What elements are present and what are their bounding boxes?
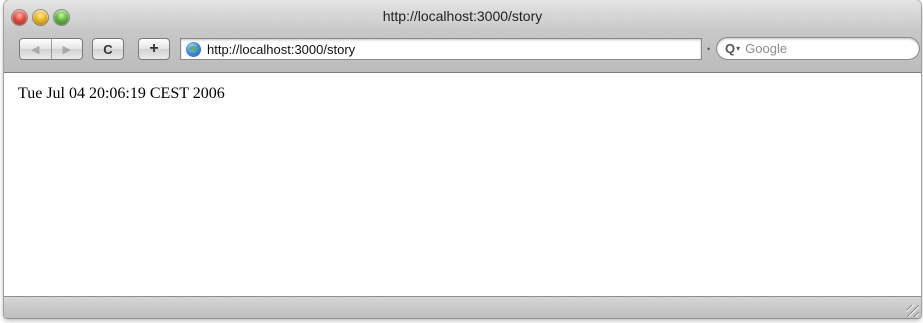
browser-window: http://localhost:3000/story ◀ ▶ C + http… [4,0,921,318]
status-bar [4,296,921,318]
forward-arrow-icon: ▶ [62,43,71,56]
chevron-down-icon[interactable]: ▾ [736,44,740,53]
title-toolbar: http://localhost:3000/story ◀ ▶ C + http… [4,0,921,73]
resize-grip-icon[interactable] [907,305,919,317]
date-text: Tue Jul 04 20:06:19 CEST 2006 [18,85,225,102]
address-bar[interactable]: http://localhost:3000/story [180,38,702,60]
plus-icon: + [149,40,159,57]
reload-button[interactable]: C [92,38,124,60]
search-icon: Q [725,41,736,56]
search-field[interactable]: Q ▾ Google [716,37,920,60]
window-title: http://localhost:3000/story [382,8,543,24]
back-forward-group: ◀ ▶ [19,38,83,60]
back-button[interactable]: ◀ [20,39,51,59]
resize-handle-icon[interactable]: • [707,44,710,54]
forward-button[interactable]: ▶ [52,39,83,59]
reload-icon: C [103,41,113,57]
page-content: Tue Jul 04 20:06:19 CEST 2006 [4,73,921,296]
back-arrow-icon: ◀ [31,43,40,56]
search-placeholder[interactable]: Google [745,41,787,56]
address-input[interactable]: http://localhost:3000/story [207,42,355,57]
globe-icon [186,41,201,57]
add-bookmark-button[interactable]: + [138,38,170,60]
